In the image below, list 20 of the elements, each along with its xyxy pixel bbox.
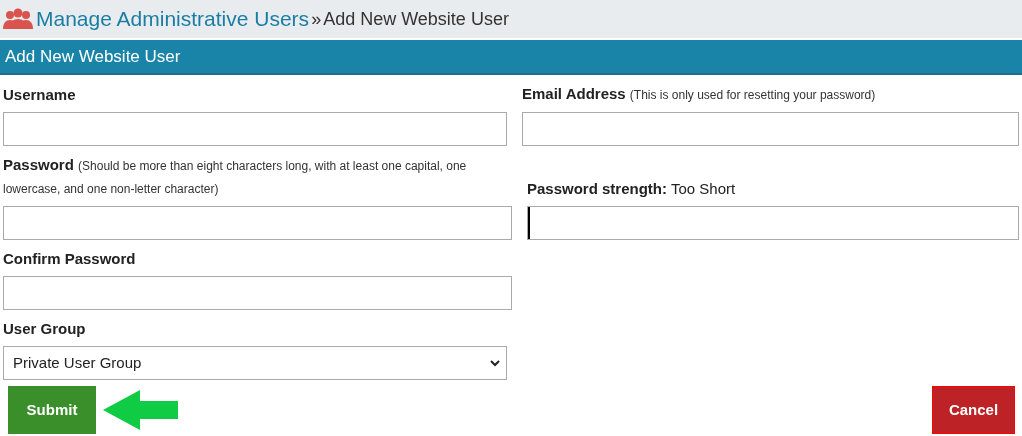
submit-button[interactable]: Submit: [8, 386, 96, 434]
arrow-icon: [103, 390, 178, 430]
dropdown[interactable]: Private User Group: [3, 346, 507, 380]
input-field[interactable]: [522, 112, 1019, 146]
breadcrumb-current: Add New Website User: [323, 7, 509, 31]
users-icon: [2, 8, 34, 30]
field-label: Email Address (This is only used for resetting your password): [522, 84, 877, 104]
breadcrumb-link[interactable]: Manage Administrative Users: [36, 3, 310, 35]
input-field[interactable]: [3, 276, 512, 310]
input-field[interactable]: [3, 206, 512, 240]
field-label: User Group: [3, 319, 87, 339]
field-label: Password strength: Too Short: [527, 179, 737, 199]
field-label: Confirm Password: [3, 249, 137, 269]
cancel-button[interactable]: Cancel: [932, 386, 1015, 434]
breadcrumb-separator: »: [311, 7, 322, 31]
panel-header: Add New Website User: [0, 40, 1022, 75]
input-field[interactable]: [3, 112, 507, 146]
field-label: Password (Should be more than eight characters long, with at least one capital, one lowercase, and one non-letter character): [3, 155, 468, 198]
chevron-icon: [490, 359, 500, 367]
field-label: Username: [3, 85, 77, 105]
